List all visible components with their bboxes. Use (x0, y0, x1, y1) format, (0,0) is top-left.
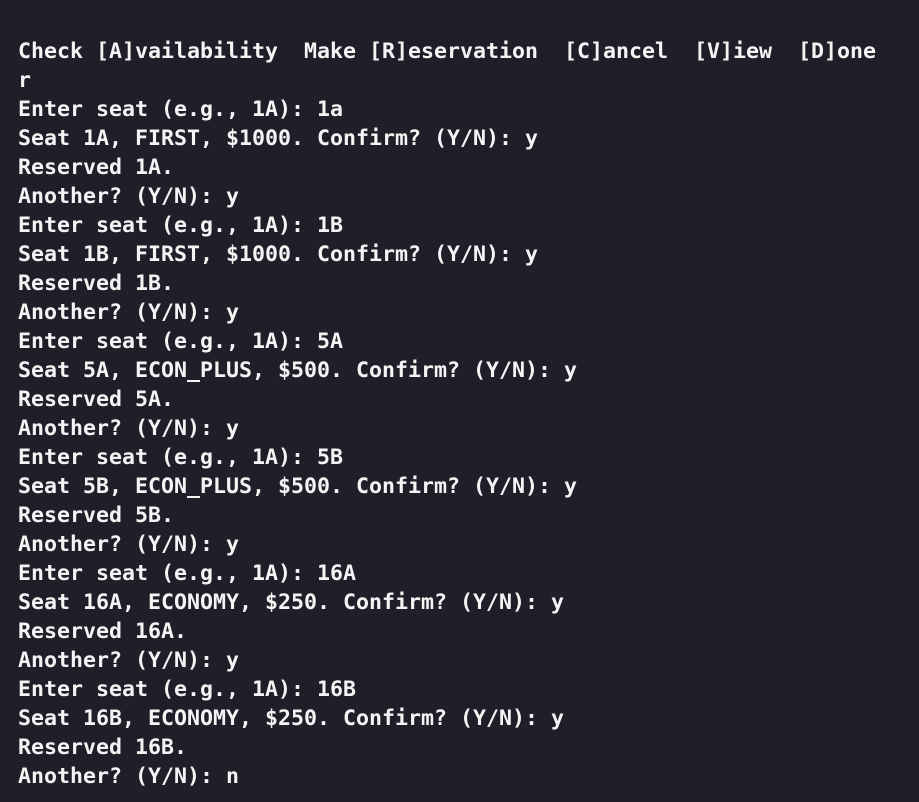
terminal-line: Another? (Y/N): n (18, 764, 240, 789)
terminal-window[interactable]: Check [A]vailability Make [R]eservation … (0, 0, 919, 802)
terminal-line: Seat 5A, ECON_PLUS, $500. Confirm? (Y/N)… (18, 358, 578, 383)
terminal-line: Seat 1A, FIRST, $1000. Confirm? (Y/N): y (18, 126, 539, 151)
terminal-line: r (18, 68, 32, 93)
terminal-line: Seat 1B, FIRST, $1000. Confirm? (Y/N): y (18, 242, 539, 267)
terminal-line: Another? (Y/N): y (18, 184, 240, 209)
terminal-line: Enter seat (e.g., 1A): 16A (18, 561, 357, 586)
terminal-line: Seat 16A, ECONOMY, $250. Confirm? (Y/N):… (18, 590, 565, 615)
terminal-line: Reserved 1B. (18, 271, 175, 296)
terminal-line: Another? (Y/N): y (18, 532, 240, 557)
terminal-line: Another? (Y/N): y (18, 300, 240, 325)
terminal-line: Reserved 5B. (18, 503, 175, 528)
terminal-line: Enter seat (e.g., 1A): 1a (18, 97, 344, 122)
terminal-line: Enter seat (e.g., 1A): 16B (18, 677, 357, 702)
terminal-menu-line: Check [A]vailability Make [R]eservation … (18, 39, 877, 64)
terminal-line: Another? (Y/N): y (18, 416, 240, 441)
terminal-line: Reserved 1A. (18, 155, 175, 180)
terminal-line: Enter seat (e.g., 1A): 1B (18, 213, 344, 238)
terminal-line: Enter seat (e.g., 1A): 5B (18, 445, 344, 470)
terminal-line: Reserved 16A. (18, 619, 188, 644)
terminal-line: Enter seat (e.g., 1A): 5A (18, 329, 344, 354)
terminal-line: Another? (Y/N): y (18, 648, 240, 673)
terminal-line: Seat 16B, ECONOMY, $250. Confirm? (Y/N):… (18, 706, 565, 731)
terminal-line: Seat 5B, ECON_PLUS, $500. Confirm? (Y/N)… (18, 474, 578, 499)
terminal-line: Reserved 5A. (18, 387, 175, 412)
terminal-line: Reserved 16B. (18, 735, 188, 760)
